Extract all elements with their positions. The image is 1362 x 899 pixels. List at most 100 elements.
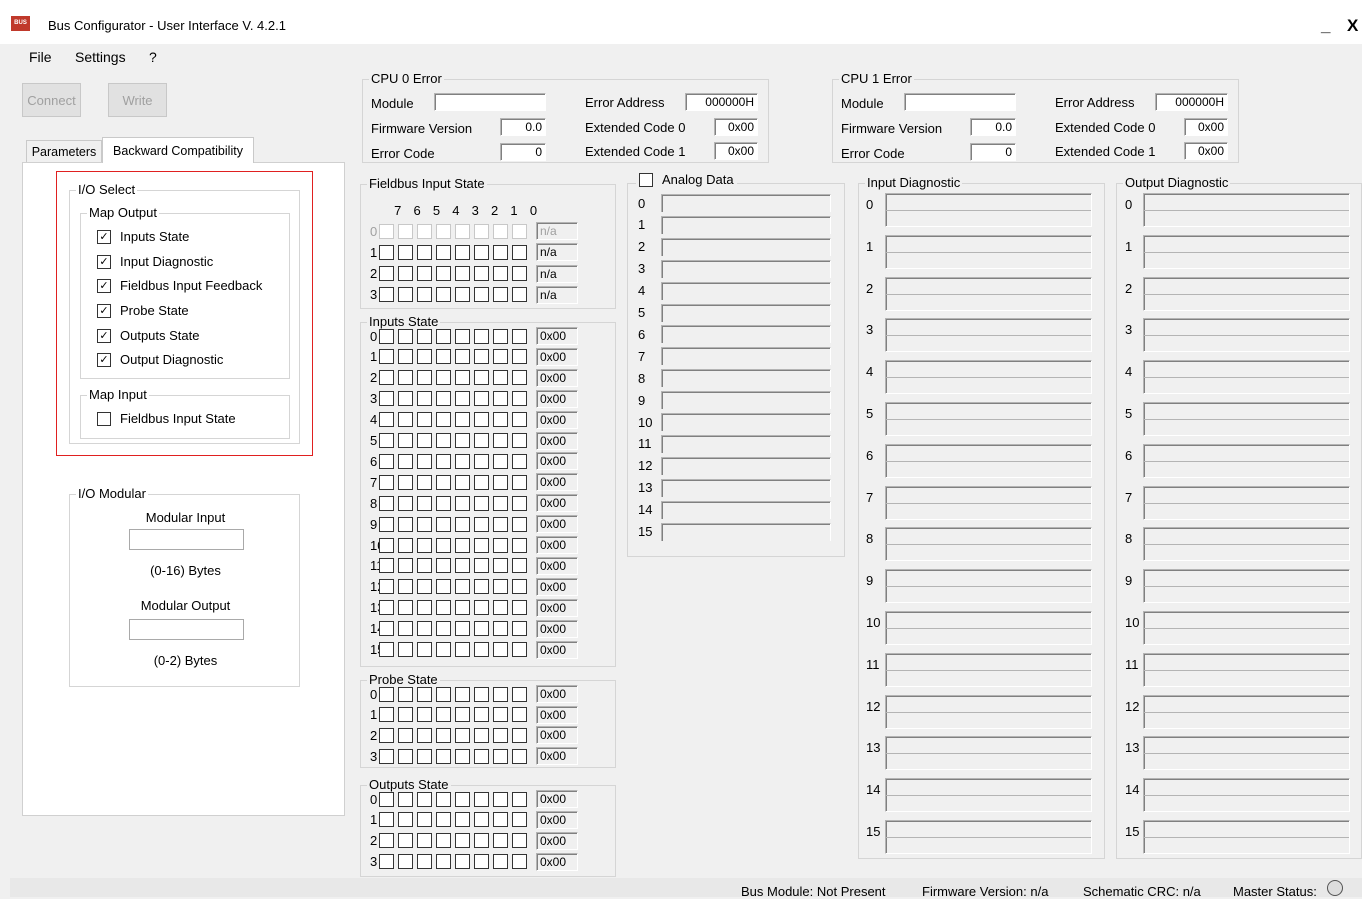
bit-checkbox[interactable] — [379, 707, 394, 723]
bit-checkbox[interactable] — [474, 287, 489, 303]
bit-checkbox[interactable] — [379, 433, 394, 448]
bit-checkbox[interactable] — [493, 433, 508, 448]
bit-checkbox[interactable] — [455, 516, 470, 532]
bit-checkbox[interactable] — [512, 579, 527, 595]
bit-checkbox[interactable] — [493, 621, 508, 637]
bit-checkbox[interactable] — [436, 791, 451, 807]
bit-checkbox[interactable] — [417, 287, 432, 303]
bit-checkbox[interactable] — [379, 833, 394, 849]
bit-checkbox[interactable] — [436, 223, 451, 239]
bit-checkbox[interactable] — [512, 223, 527, 239]
bit-checkbox[interactable] — [474, 621, 489, 637]
bit-checkbox[interactable] — [436, 287, 451, 303]
bit-checkbox[interactable] — [512, 328, 527, 344]
bit-checkbox[interactable] — [512, 349, 527, 365]
bit-checkbox[interactable] — [417, 453, 432, 469]
bit-checkbox[interactable] — [436, 516, 451, 532]
bit-checkbox[interactable] — [379, 558, 394, 574]
bit-checkbox[interactable] — [417, 579, 432, 595]
bit-checkbox[interactable] — [436, 495, 451, 511]
bit-checkbox[interactable] — [379, 287, 394, 303]
bit-checkbox[interactable] — [493, 244, 508, 260]
bit-checkbox[interactable] — [398, 642, 413, 657]
bit-checkbox[interactable] — [417, 621, 432, 637]
bit-checkbox[interactable] — [379, 391, 394, 407]
bit-checkbox[interactable] — [493, 412, 508, 428]
bit-checkbox[interactable] — [398, 537, 413, 553]
bit-checkbox[interactable] — [398, 266, 413, 282]
bit-checkbox[interactable] — [474, 558, 489, 574]
bit-checkbox[interactable] — [512, 812, 527, 828]
bit-checkbox[interactable] — [436, 453, 451, 469]
bit-checkbox[interactable] — [417, 433, 432, 448]
bit-checkbox[interactable] — [493, 748, 508, 764]
bit-checkbox[interactable] — [398, 558, 413, 574]
bit-checkbox[interactable] — [474, 412, 489, 428]
bit-checkbox[interactable] — [417, 812, 432, 828]
tab-backward-compatibility[interactable]: Backward Compatibility — [102, 137, 254, 163]
bit-checkbox[interactable] — [512, 833, 527, 849]
bit-checkbox[interactable] — [512, 495, 527, 511]
bit-checkbox[interactable] — [474, 244, 489, 260]
bit-checkbox[interactable] — [379, 854, 394, 870]
bit-checkbox[interactable] — [493, 287, 508, 303]
bit-checkbox[interactable] — [398, 600, 413, 616]
bit-checkbox[interactable] — [455, 474, 470, 490]
bit-checkbox[interactable] — [436, 812, 451, 828]
connect-button[interactable]: Connect — [22, 83, 81, 117]
tab-parameters[interactable]: Parameters — [26, 140, 102, 163]
bit-checkbox[interactable] — [417, 244, 432, 260]
bit-checkbox[interactable] — [398, 707, 413, 723]
bit-checkbox[interactable] — [379, 328, 394, 344]
bit-checkbox[interactable] — [493, 642, 508, 657]
bit-checkbox[interactable] — [436, 600, 451, 616]
bit-checkbox[interactable] — [474, 579, 489, 595]
bit-checkbox[interactable] — [474, 328, 489, 344]
bit-checkbox[interactable] — [398, 433, 413, 448]
bit-checkbox[interactable] — [493, 707, 508, 723]
bit-checkbox[interactable] — [455, 833, 470, 849]
bit-checkbox[interactable] — [512, 516, 527, 532]
bit-checkbox[interactable] — [512, 244, 527, 260]
bit-checkbox[interactable] — [474, 833, 489, 849]
bit-checkbox[interactable] — [493, 558, 508, 574]
bit-checkbox[interactable] — [455, 748, 470, 764]
bit-checkbox[interactable] — [493, 686, 508, 702]
bit-checkbox[interactable] — [474, 370, 489, 386]
bit-checkbox[interactable] — [398, 516, 413, 532]
bit-checkbox[interactable] — [455, 244, 470, 260]
bit-checkbox[interactable] — [379, 642, 394, 657]
bit-checkbox[interactable] — [474, 707, 489, 723]
bit-checkbox[interactable] — [455, 707, 470, 723]
bit-checkbox[interactable] — [436, 412, 451, 428]
bit-checkbox[interactable] — [455, 287, 470, 303]
bit-checkbox[interactable] — [398, 370, 413, 386]
bit-checkbox[interactable] — [455, 453, 470, 469]
bit-checkbox[interactable] — [398, 474, 413, 490]
bit-checkbox[interactable] — [512, 537, 527, 553]
bit-checkbox[interactable] — [455, 558, 470, 574]
bit-checkbox[interactable] — [455, 854, 470, 870]
bit-checkbox[interactable] — [379, 748, 394, 764]
bit-checkbox[interactable] — [379, 453, 394, 469]
bit-checkbox[interactable] — [512, 707, 527, 723]
bit-checkbox[interactable] — [436, 707, 451, 723]
bit-checkbox[interactable] — [417, 537, 432, 553]
bit-checkbox[interactable] — [398, 791, 413, 807]
bit-checkbox[interactable] — [455, 812, 470, 828]
bit-checkbox[interactable] — [379, 812, 394, 828]
bit-checkbox[interactable] — [512, 727, 527, 743]
bit-checkbox[interactable] — [417, 391, 432, 407]
bit-checkbox[interactable] — [436, 349, 451, 365]
bit-checkbox[interactable] — [436, 266, 451, 282]
bit-checkbox[interactable] — [398, 854, 413, 870]
bit-checkbox[interactable] — [455, 370, 470, 386]
bit-checkbox[interactable] — [455, 223, 470, 239]
bit-checkbox[interactable] — [436, 854, 451, 870]
bit-checkbox[interactable] — [398, 812, 413, 828]
bit-checkbox[interactable] — [398, 349, 413, 365]
bit-checkbox[interactable] — [493, 391, 508, 407]
bit-checkbox[interactable] — [436, 642, 451, 657]
bit-checkbox[interactable] — [474, 266, 489, 282]
bit-checkbox[interactable] — [455, 391, 470, 407]
